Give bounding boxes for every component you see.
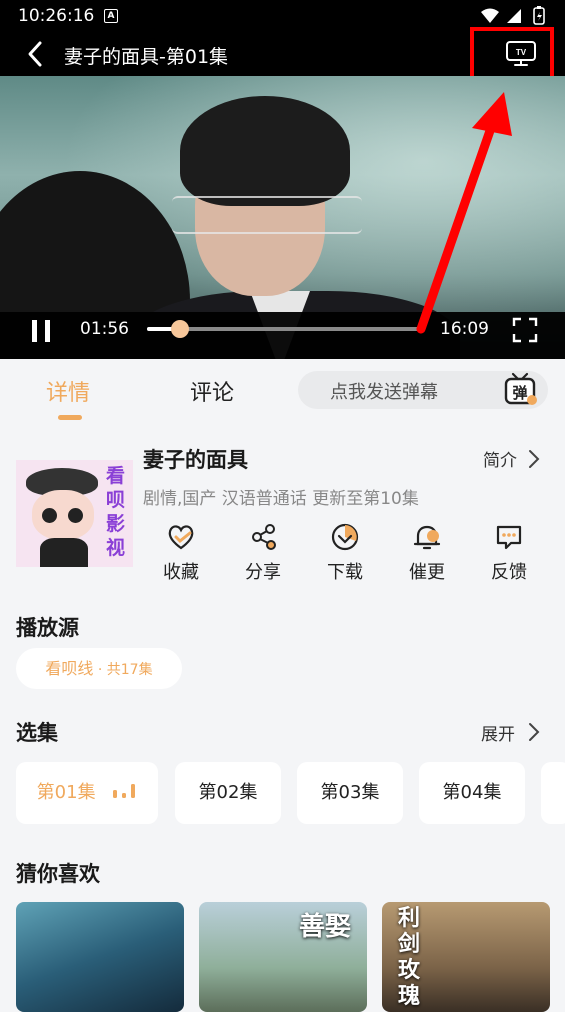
remind-update-button[interactable]: 催更 — [397, 522, 457, 584]
now-playing-icon — [111, 762, 137, 824]
tab-details[interactable]: 详情 — [46, 375, 90, 407]
download-button[interactable]: 下载 — [315, 522, 375, 584]
feedback-icon — [496, 525, 522, 550]
chevron-right-icon[interactable] — [528, 722, 540, 746]
recommend-card[interactable]: 利剑玫瑰 — [382, 902, 550, 1012]
video-figure-glasses — [172, 196, 362, 234]
favorite-button[interactable]: 收藏 — [151, 522, 211, 584]
action-label: 下载 — [327, 562, 363, 583]
poster-eye — [68, 508, 83, 523]
action-label: 反馈 — [491, 562, 527, 583]
seek-bar[interactable] — [147, 320, 422, 338]
back-button[interactable] — [26, 40, 44, 72]
wifi-icon — [481, 8, 499, 23]
source-chip[interactable]: 看呗线 · 共17集 — [16, 648, 182, 689]
notification-a-icon: A — [104, 9, 118, 23]
status-time: 10:26:16 — [18, 6, 95, 26]
player-controls: 01:56 16:09 — [0, 312, 565, 359]
episode-item-03[interactable]: 第03集 — [297, 762, 403, 824]
danmaku-button[interactable]: 弹 — [503, 372, 539, 412]
episode-label: 第01集 — [36, 782, 96, 803]
danmaku-input[interactable]: 点我发送弹幕 弹 — [298, 371, 548, 409]
chevron-left-icon — [28, 41, 42, 67]
recommend-card[interactable] — [16, 902, 184, 1012]
battery-icon — [533, 6, 545, 25]
fullscreen-icon — [512, 317, 538, 343]
recommend-card[interactable]: 善娶 — [199, 902, 367, 1012]
episode-item-01[interactable]: 第01集 — [16, 762, 158, 824]
chevron-right-icon[interactable] — [528, 449, 540, 473]
episode-item-04[interactable]: 第04集 — [419, 762, 525, 824]
show-title: 妻子的面具 — [143, 448, 248, 472]
episode-item-peek[interactable] — [541, 762, 565, 824]
current-time: 01:56 — [80, 319, 129, 339]
action-label: 收藏 — [163, 562, 199, 583]
signal-icon — [507, 9, 521, 23]
show-meta: 剧情,国产 汉语普通话 更新至第10集 — [143, 489, 419, 509]
pause-icon — [32, 320, 50, 342]
pause-button[interactable] — [30, 318, 52, 348]
episode-label: 第03集 — [320, 782, 380, 803]
source-name: 看呗线 — [45, 659, 94, 678]
recommend-heading: 猜你喜欢 — [16, 862, 100, 886]
episode-label: 第04集 — [442, 782, 502, 803]
recommend-caption: 善娶 — [299, 912, 352, 942]
fullscreen-button[interactable] — [512, 317, 538, 347]
feedback-button[interactable]: 反馈 — [479, 522, 539, 584]
heart-check-icon — [168, 525, 194, 550]
svg-text:弹: 弹 — [512, 384, 527, 402]
duration: 16:09 — [440, 319, 489, 339]
source-heading: 播放源 — [16, 616, 79, 640]
video-title: 妻子的面具-第01集 — [64, 46, 229, 68]
episodes-heading: 选集 — [16, 721, 58, 745]
expand-episodes-link[interactable]: 展开 — [481, 720, 515, 745]
poster-body — [40, 538, 88, 567]
share-icon — [252, 524, 276, 550]
detail-tabs: 详情 评论 点我发送弹幕 弹 — [0, 359, 565, 429]
seek-handle[interactable] — [171, 320, 189, 338]
action-label: 催更 — [409, 562, 445, 583]
tab-active-indicator — [58, 415, 82, 420]
source-count: · 共17集 — [93, 662, 153, 678]
bell-icon — [413, 525, 441, 550]
tab-comments[interactable]: 评论 — [190, 375, 234, 407]
intro-link[interactable]: 简介 — [483, 446, 517, 471]
download-icon — [331, 523, 359, 551]
action-label: 分享 — [245, 562, 281, 583]
poster-text: 看呗影视 — [106, 465, 126, 559]
danmaku-placeholder: 点我发送弹幕 — [330, 382, 438, 403]
danmaku-icon: 弹 — [504, 372, 537, 405]
recommend-caption: 利剑玫瑰 — [398, 906, 421, 1009]
share-button[interactable]: 分享 — [233, 522, 293, 584]
episode-label: 第02集 — [198, 782, 258, 803]
show-poster[interactable]: 看呗影视 — [16, 460, 133, 567]
poster-eye — [42, 508, 57, 523]
video-figure-hair — [180, 96, 350, 206]
episode-item-02[interactable]: 第02集 — [175, 762, 281, 824]
